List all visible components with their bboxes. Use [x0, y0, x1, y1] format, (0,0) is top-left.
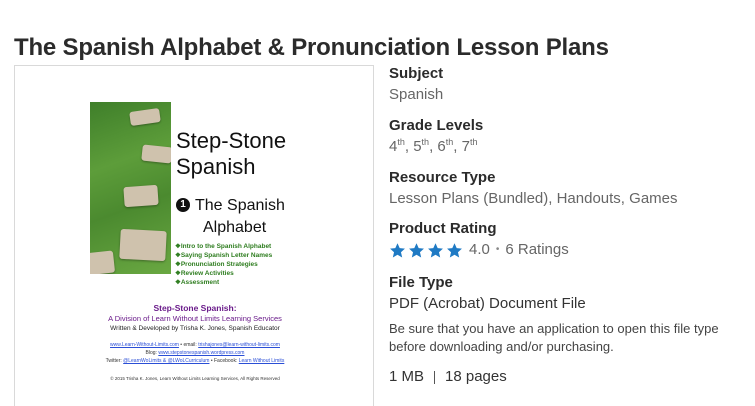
cover-topic: Saying Spanish Letter Names: [175, 251, 272, 260]
cover-page: Step-Stone Spanish 1 The Spanish Alphabe…: [15, 66, 373, 406]
cover-number-badge: 1: [176, 198, 190, 212]
rating-value: 4.0: [469, 241, 490, 258]
bullet-separator: •: [495, 244, 500, 255]
stepping-stones-photo: [90, 102, 171, 274]
product-rating-label: Product Rating: [389, 220, 497, 237]
cover-contacts: www.Learn-Without-Limits.com • email: tr…: [105, 342, 285, 364]
resource-type-label: Resource Type: [389, 169, 496, 186]
rating-line[interactable]: 4.0 • 6 Ratings: [389, 239, 749, 261]
cover-topic: Assessment: [175, 278, 272, 287]
subject-label: Subject: [389, 65, 444, 82]
rating-count[interactable]: 6 Ratings: [505, 239, 568, 261]
grade-levels-value: 4th, 5th, 6th, 7th: [389, 137, 478, 156]
grade-levels-section: Grade Levels 4th, 5th, 6th, 7th: [389, 116, 749, 158]
file-size: 1 MB: [389, 368, 425, 385]
star-icon: [390, 242, 405, 257]
file-meta: 1 MB 18 pages: [389, 366, 749, 388]
resource-type-section: Resource Type Lesson Plans (Bundled), Ha…: [389, 168, 749, 210]
file-type-label: File Type: [389, 274, 453, 291]
grade-levels-label: Grade Levels: [389, 117, 484, 134]
rating-stars: [389, 242, 463, 259]
star-icon: [428, 242, 443, 257]
file-type-note: Be sure that you have an application to …: [389, 321, 719, 354]
resource-type-value[interactable]: Lesson Plans (Bundled), Handouts, Games: [389, 188, 749, 210]
star-icon: [447, 242, 462, 257]
file-type-value: PDF (Acrobat) Document File: [389, 295, 586, 312]
cover-copyright: © 2015 Trisha K. Jones, Learn Without Li…: [110, 376, 280, 381]
cover-topic: Intro to the Spanish Alphabet: [175, 242, 272, 251]
cover-brand: Step-Stone Spanish: [176, 128, 287, 179]
subject-section: Subject Spanish: [389, 64, 749, 106]
page-count: 18 pages: [445, 368, 507, 385]
meta-divider: [434, 370, 436, 384]
page-title: The Spanish Alphabet & Pronunciation Les…: [14, 34, 609, 62]
cover-credit: Step-Stone Spanish: A Division of Learn …: [108, 303, 282, 332]
subject-value[interactable]: Spanish: [389, 84, 749, 106]
cover-subtitle: The Spanish Alphabet: [195, 197, 285, 236]
file-type-section: File Type PDF (Acrobat) Document File Be…: [389, 273, 749, 356]
star-icon: [409, 242, 424, 257]
cover-topic: Pronunciation Strategies: [175, 260, 272, 269]
product-rating-section: Product Rating 4.0 • 6 Ratings: [389, 219, 749, 261]
cover-topics-list: Intro to the Spanish Alphabet Saying Spa…: [175, 242, 272, 287]
cover-topic: Review Activities: [175, 269, 272, 278]
product-preview-image[interactable]: Step-Stone Spanish 1 The Spanish Alphabe…: [14, 65, 374, 406]
